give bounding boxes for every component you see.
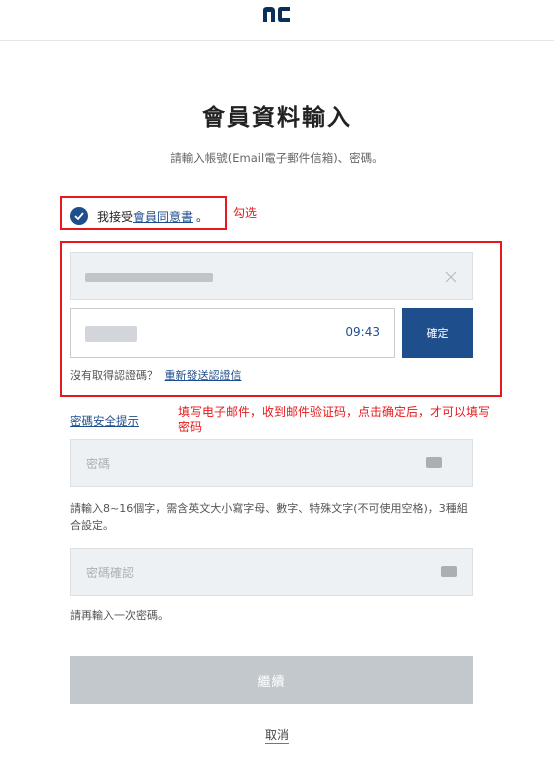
no-code-text: 沒有取得認證碼？	[70, 369, 158, 382]
verification-code-input[interactable]: 09:43	[70, 308, 395, 358]
annotation-check-note: 勾选	[233, 206, 258, 220]
confirm-button[interactable]: 確定	[402, 308, 473, 358]
page-title: 會員資料輸入	[202, 105, 352, 131]
password-confirm-placeholder: 密碼確認	[86, 566, 135, 580]
clear-icon[interactable]	[444, 269, 458, 283]
email-input[interactable]	[70, 252, 473, 300]
masked-email-value	[85, 273, 213, 282]
annotation-box-agreement	[60, 196, 227, 230]
keyboard-icon[interactable]	[426, 457, 442, 468]
resend-link[interactable]: 重新發送認證信	[165, 369, 242, 382]
password-confirm-help: 請再輸入一次密碼。	[70, 609, 169, 622]
nc-logo	[262, 4, 292, 28]
password-tip-link[interactable]: 密碼安全提示	[70, 413, 139, 429]
page-subtitle: 請輸入帳號(Email電子郵件信箱)、密碼。	[170, 151, 384, 165]
password-placeholder: 密碼	[86, 457, 111, 471]
keyboard-icon[interactable]	[441, 566, 457, 577]
countdown-timer: 09:43	[345, 325, 380, 339]
cancel-link[interactable]: 取消	[264, 728, 289, 744]
annotation-email-note: 填写电子邮件，收到邮件验证码，点击确定后，才可以填写密码	[178, 405, 491, 434]
password-help: 請輸入8~16個字，需含英文大小寫字母、數字、特殊文字(不可使用空格)，3種組合…	[70, 502, 468, 532]
no-code-row: 沒有取得認證碼？ 重新發送認證信	[70, 367, 242, 383]
cancel-row: 取消	[0, 726, 554, 744]
masked-code-value	[85, 326, 137, 342]
password-input[interactable]: 密碼	[70, 439, 473, 487]
continue-button[interactable]: 繼續	[70, 656, 473, 704]
password-confirm-input[interactable]: 密碼確認	[70, 548, 473, 596]
